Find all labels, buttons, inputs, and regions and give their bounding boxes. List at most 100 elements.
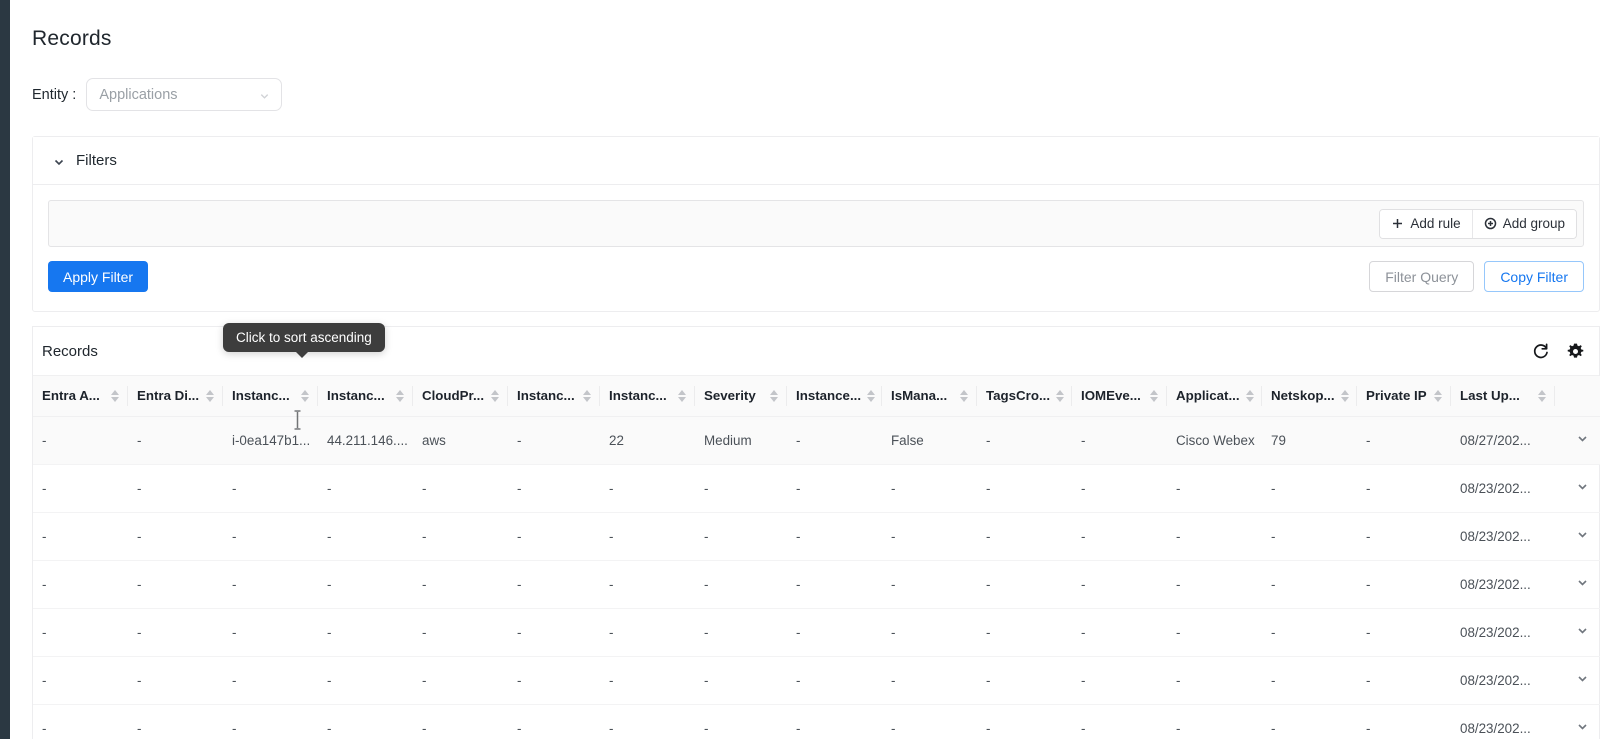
gear-icon[interactable] [1566, 342, 1585, 361]
table-row[interactable]: - - i-0ea147b1... 44.211.146.... aws -22 Mediu… [33, 416, 1600, 465]
table-cell: - [33, 608, 128, 657]
row-expand-button[interactable] [1555, 560, 1600, 609]
sort-toggle-icon[interactable] [1340, 389, 1349, 402]
column-header-13[interactable]: Netskop... [1262, 376, 1357, 417]
refresh-icon[interactable] [1531, 342, 1550, 361]
table-row[interactable]: - - - - - - - - - - - - - - -08/23/202... [33, 656, 1600, 705]
table-cell: 44.211.146.... [318, 416, 413, 465]
table-cell: - [128, 464, 223, 513]
table-cell: - [318, 560, 413, 609]
table-cell: - [413, 464, 508, 513]
row-expand-button[interactable] [1555, 464, 1600, 513]
table-cell: - [600, 464, 695, 513]
column-header-14[interactable]: Private IP [1357, 376, 1451, 417]
table-cell: - [223, 608, 318, 657]
table-cell: - [1072, 512, 1167, 561]
row-expand-button[interactable] [1555, 416, 1600, 465]
filters-actions: Apply Filter Filter Query Copy Filter [48, 247, 1584, 296]
table-row[interactable]: - - - - - - - - - - - - - - -08/23/202... [33, 560, 1600, 609]
table-cell: - [508, 656, 600, 705]
table-cell: - [508, 704, 600, 739]
table-cell: - [787, 416, 882, 465]
table-cell: - [1357, 704, 1451, 739]
sort-toggle-icon[interactable] [1538, 389, 1546, 402]
table-cell: - [318, 656, 413, 705]
sort-toggle-icon[interactable] [583, 389, 591, 402]
sort-toggle-icon[interactable] [206, 389, 214, 402]
apply-filter-button[interactable]: Apply Filter [48, 261, 149, 292]
row-expand-button[interactable] [1555, 656, 1600, 705]
column-header-4[interactable]: CloudPr... [413, 376, 508, 417]
filters-header[interactable]: Filters [33, 137, 1599, 185]
sort-toggle-icon[interactable] [1245, 389, 1254, 402]
table-cell: - [508, 464, 600, 513]
column-header-label: IOMEve... [1081, 388, 1141, 404]
table-cell: 08/27/202... [1451, 416, 1555, 465]
column-header-7[interactable]: Severity [695, 376, 787, 417]
column-header-9[interactable]: IsMana... [882, 376, 977, 417]
chevron-down-icon [1576, 432, 1589, 445]
table-cell: - [977, 464, 1072, 513]
column-header-15[interactable]: Last Up... [1451, 376, 1555, 417]
column-header-12[interactable]: Applicat... [1167, 376, 1262, 417]
table-row[interactable]: - - - - - - - - - - - - - - -08/23/202... [33, 608, 1600, 657]
table-cell: aws [413, 416, 508, 465]
filter-query-button[interactable]: Filter Query [1369, 261, 1475, 292]
table-cell: - [695, 656, 787, 705]
column-header-1[interactable]: Entra Di... [128, 376, 223, 417]
table-cell: - [695, 704, 787, 739]
sort-toggle-icon[interactable] [301, 389, 309, 402]
column-header-0[interactable]: Entra A... [33, 376, 128, 417]
table-cell: - [695, 512, 787, 561]
add-group-button[interactable]: Add group [1471, 209, 1576, 238]
sort-toggle-icon[interactable] [1150, 389, 1158, 402]
sort-toggle-icon[interactable] [1434, 389, 1442, 402]
sort-toggle-icon[interactable] [1056, 389, 1065, 402]
column-header-label: Instanc... [327, 388, 385, 404]
sort-toggle-icon[interactable] [491, 389, 499, 402]
table-cell: - [600, 512, 695, 561]
row-expand-button[interactable] [1555, 512, 1600, 561]
table-cell: - [787, 512, 882, 561]
table-cell: - [787, 464, 882, 513]
row-expand-button[interactable] [1555, 704, 1600, 739]
add-rule-button[interactable]: Add rule [1380, 209, 1472, 238]
column-header-5[interactable]: Instanc... [508, 376, 600, 417]
table-cell: - [318, 704, 413, 739]
sort-toggle-icon[interactable] [396, 389, 404, 402]
entity-select[interactable]: Applications [86, 78, 283, 111]
table-cell: - [1167, 608, 1262, 657]
table-cell: - [223, 512, 318, 561]
table-row[interactable]: - - - - - - - - - - - - - - -08/23/202... [33, 512, 1600, 561]
table-cell: - [787, 704, 882, 739]
table-row[interactable]: - - - - - - - - - - - - - - -08/23/202... [33, 464, 1600, 513]
add-group-label: Add group [1502, 216, 1565, 231]
column-header-6[interactable]: Instanc... [600, 376, 695, 417]
records-card: Records Entra A... Entra Di... Instanc..… [32, 326, 1600, 739]
sort-toggle-icon[interactable] [678, 389, 686, 402]
table-cell: - [33, 704, 128, 739]
table-cell: - [882, 656, 977, 705]
table-cell: - [128, 656, 223, 705]
column-header-11[interactable]: IOMEve... [1072, 376, 1167, 417]
column-header-8[interactable]: Instance... [787, 376, 882, 417]
table-cell: - [413, 560, 508, 609]
table-cell: - [787, 560, 882, 609]
table-cell: - [1167, 512, 1262, 561]
column-header-label: Severity [704, 388, 756, 404]
plus-circle-icon [1484, 217, 1497, 230]
column-header-10[interactable]: TagsCro... [977, 376, 1072, 417]
table-row[interactable]: - - - - - - - - - - - - - - -08/23/202... [33, 704, 1600, 739]
row-expand-button[interactable] [1555, 608, 1600, 657]
column-header-3[interactable]: Instanc... [318, 376, 413, 417]
sort-toggle-icon[interactable] [111, 389, 119, 402]
table-cell: - [1357, 464, 1451, 513]
column-header-2[interactable]: Instanc... [223, 376, 318, 417]
table-cell: - [1167, 560, 1262, 609]
sort-toggle-icon[interactable] [960, 389, 968, 402]
sort-toggle-icon[interactable] [867, 389, 876, 402]
table-cell: - [223, 656, 318, 705]
query-builder-area[interactable]: Add rule Add group [48, 200, 1584, 247]
sort-toggle-icon[interactable] [770, 389, 778, 402]
copy-filter-button[interactable]: Copy Filter [1484, 261, 1584, 292]
